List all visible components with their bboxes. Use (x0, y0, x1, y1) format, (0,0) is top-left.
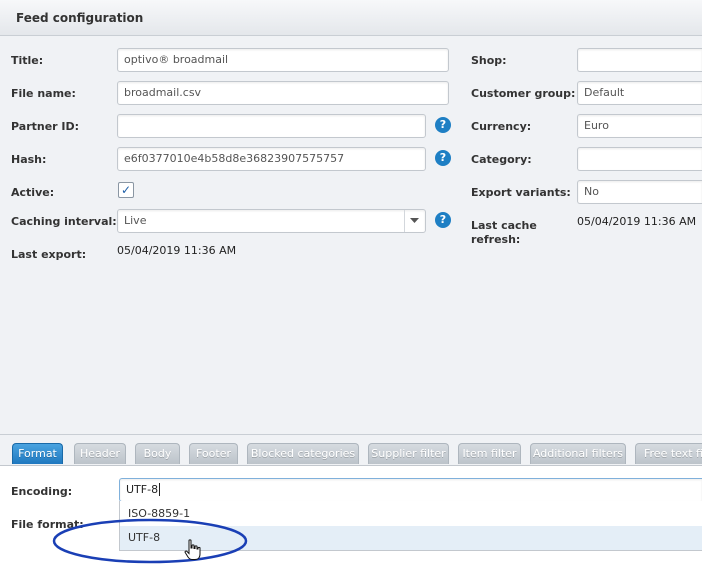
last-cache-refresh-label: Last cache refresh: (471, 219, 537, 247)
caching-interval-select[interactable]: Live (117, 209, 426, 233)
encoding-label: Encoding: (11, 485, 73, 498)
tab-blocked-categories[interactable]: Blocked categories (247, 443, 359, 464)
help-icon[interactable]: ? (435, 212, 451, 228)
tab-item-filter[interactable]: Item filter (458, 443, 521, 464)
title-label: Title: (11, 54, 44, 67)
last-cache-label-line2: refresh: (471, 233, 521, 246)
active-label: Active: (11, 186, 55, 199)
panel-header: Feed configuration (0, 0, 702, 36)
partner-id-input[interactable] (117, 114, 426, 138)
last-cache-refresh-value: 05/04/2019 11:36 AM (577, 215, 697, 228)
chevron-down-icon[interactable] (404, 210, 425, 232)
tab-footer[interactable]: Footer (189, 443, 238, 464)
help-icon[interactable]: ? (435, 117, 451, 133)
tab-header[interactable]: Header (74, 443, 126, 464)
text-caret (159, 483, 161, 496)
hash-label: Hash: (11, 153, 47, 166)
caching-interval-label: Caching interval: (11, 215, 117, 228)
panel-title: Feed configuration (16, 11, 144, 25)
customer-group-label: Customer group: (471, 87, 576, 100)
caching-interval-value: Live (124, 214, 147, 227)
export-variants-label: Export variants: (471, 186, 571, 199)
hand-pointer-icon (184, 539, 201, 560)
tab-bar: Format Header Body Footer Blocked catego… (0, 435, 702, 466)
export-variants-select[interactable]: No (577, 180, 702, 204)
partner-id-label: Partner ID: (11, 120, 80, 133)
help-icon[interactable]: ? (435, 150, 451, 166)
category-label: Category: (471, 153, 532, 166)
currency-select[interactable]: Euro (577, 114, 702, 138)
shop-input[interactable] (577, 48, 702, 72)
tab-free-text-fields[interactable]: Free text fie (635, 443, 702, 464)
last-export-label: Last export: (11, 248, 87, 261)
hash-input[interactable]: e6f0377010e4b58d8e36823907575757 (117, 147, 426, 171)
file-name-input[interactable]: broadmail.csv (117, 81, 449, 105)
encoding-value: UTF-8 (126, 483, 159, 496)
title-input[interactable]: optivo® broadmail (117, 48, 449, 72)
file-name-label: File name: (11, 87, 76, 100)
tab-body[interactable]: Body (135, 443, 180, 464)
customer-group-select[interactable]: Default (577, 81, 702, 105)
tab-format[interactable]: Format (12, 443, 63, 464)
active-checkbox[interactable]: ✓ (118, 182, 134, 198)
category-input[interactable] (577, 147, 702, 171)
currency-label: Currency: (471, 120, 532, 133)
last-cache-label-line1: Last cache (471, 219, 537, 232)
shop-label: Shop: (471, 54, 507, 67)
encoding-combobox[interactable]: UTF-8 (119, 478, 702, 502)
tab-supplier-filter[interactable]: Supplier filter (368, 443, 449, 464)
annotation-ellipse (52, 518, 248, 564)
tab-additional-filters[interactable]: Additional filters (530, 443, 626, 464)
last-export-value: 05/04/2019 11:36 AM (117, 244, 237, 257)
